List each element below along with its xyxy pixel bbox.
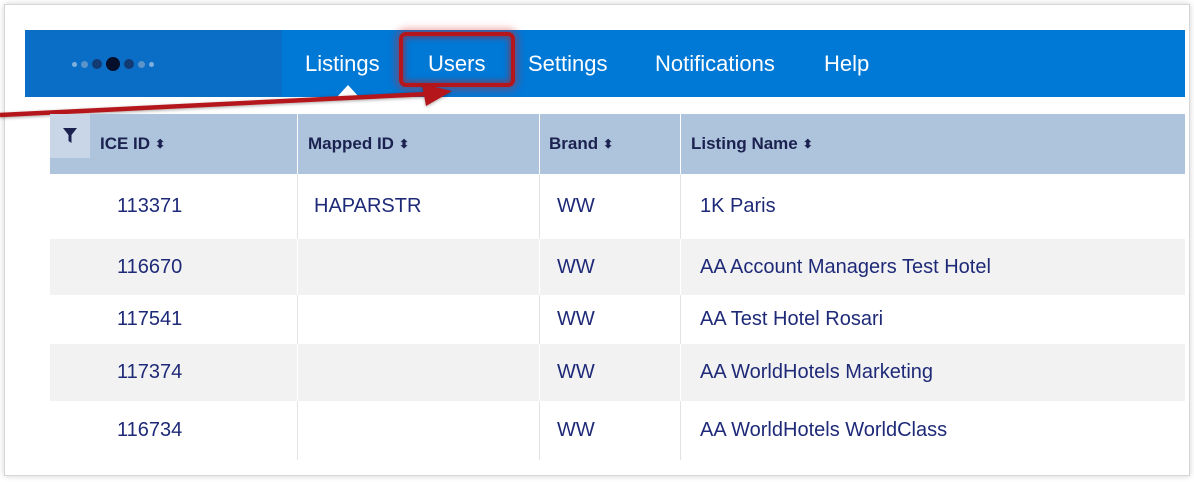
cell-listing-name[interactable]: AA WorldHotels WorldClass <box>700 401 947 460</box>
cell-brand: WW <box>557 195 595 217</box>
users-highlight-box <box>399 32 515 87</box>
col-ice-id-label: ICE ID <box>100 134 151 153</box>
sort-icon: ⬍ <box>155 137 166 151</box>
nav-settings[interactable]: Settings <box>528 30 608 97</box>
col-ice-id[interactable]: ICE ID ⬍ <box>100 114 165 174</box>
sort-icon: ⬍ <box>603 137 614 151</box>
table-row[interactable]: 116734 WW AA WorldHotels WorldClass <box>50 401 1185 460</box>
filter-icon <box>63 128 77 143</box>
filter-button[interactable] <box>50 114 90 158</box>
cell-listing-name[interactable]: AA Test Hotel Rosari <box>700 295 883 344</box>
table-header: ICE ID ⬍ Mapped ID ⬍ Brand ⬍ Listing Name ⬍ <box>50 114 1185 174</box>
col-listing-name-label: Listing Name <box>691 134 798 153</box>
dots-logo-icon[interactable] <box>72 57 154 71</box>
cell-listing-name[interactable]: AA WorldHotels Marketing <box>700 344 933 401</box>
cell-listing-name[interactable]: AA Account Managers Test Hotel <box>700 239 991 295</box>
table-row[interactable]: 113371 HAPARSTR WW 1K Paris <box>50 174 1185 239</box>
cell-ice-id: 117374 <box>117 361 183 383</box>
cell-brand: WW <box>557 361 595 383</box>
col-mapped-id[interactable]: Mapped ID ⬍ <box>308 114 409 174</box>
cell-brand: WW <box>557 308 595 330</box>
listings-table: ICE ID ⬍ Mapped ID ⬍ Brand ⬍ Listing Name ⬍ … <box>50 114 1185 460</box>
cell-ice-id: 113371 <box>117 195 183 217</box>
col-mapped-id-label: Mapped ID <box>308 134 394 153</box>
table-row[interactable]: 117374 WW AA WorldHotels Marketing <box>50 344 1185 401</box>
cell-ice-id: 117541 <box>117 308 183 330</box>
cell-ice-id: 116734 <box>117 419 183 441</box>
col-brand-label: Brand <box>549 134 599 153</box>
cell-ice-id: 116670 <box>117 255 183 278</box>
cell-brand: WW <box>557 255 595 278</box>
cell-mapped-id: HAPARSTR <box>314 195 422 217</box>
table-row[interactable]: 116670 WW AA Account Managers Test Hotel <box>50 239 1185 295</box>
cell-brand: WW <box>557 419 595 441</box>
col-listing-name[interactable]: Listing Name ⬍ <box>691 114 813 174</box>
sort-icon: ⬍ <box>802 137 813 151</box>
nav-notifications[interactable]: Notifications <box>655 30 775 97</box>
nav-help[interactable]: Help <box>824 30 869 97</box>
sort-icon: ⬍ <box>398 137 410 151</box>
cell-listing-name[interactable]: 1K Paris <box>700 174 776 239</box>
col-brand[interactable]: Brand ⬍ <box>549 114 613 174</box>
table-row[interactable]: 117541 WW AA Test Hotel Rosari <box>50 295 1185 344</box>
